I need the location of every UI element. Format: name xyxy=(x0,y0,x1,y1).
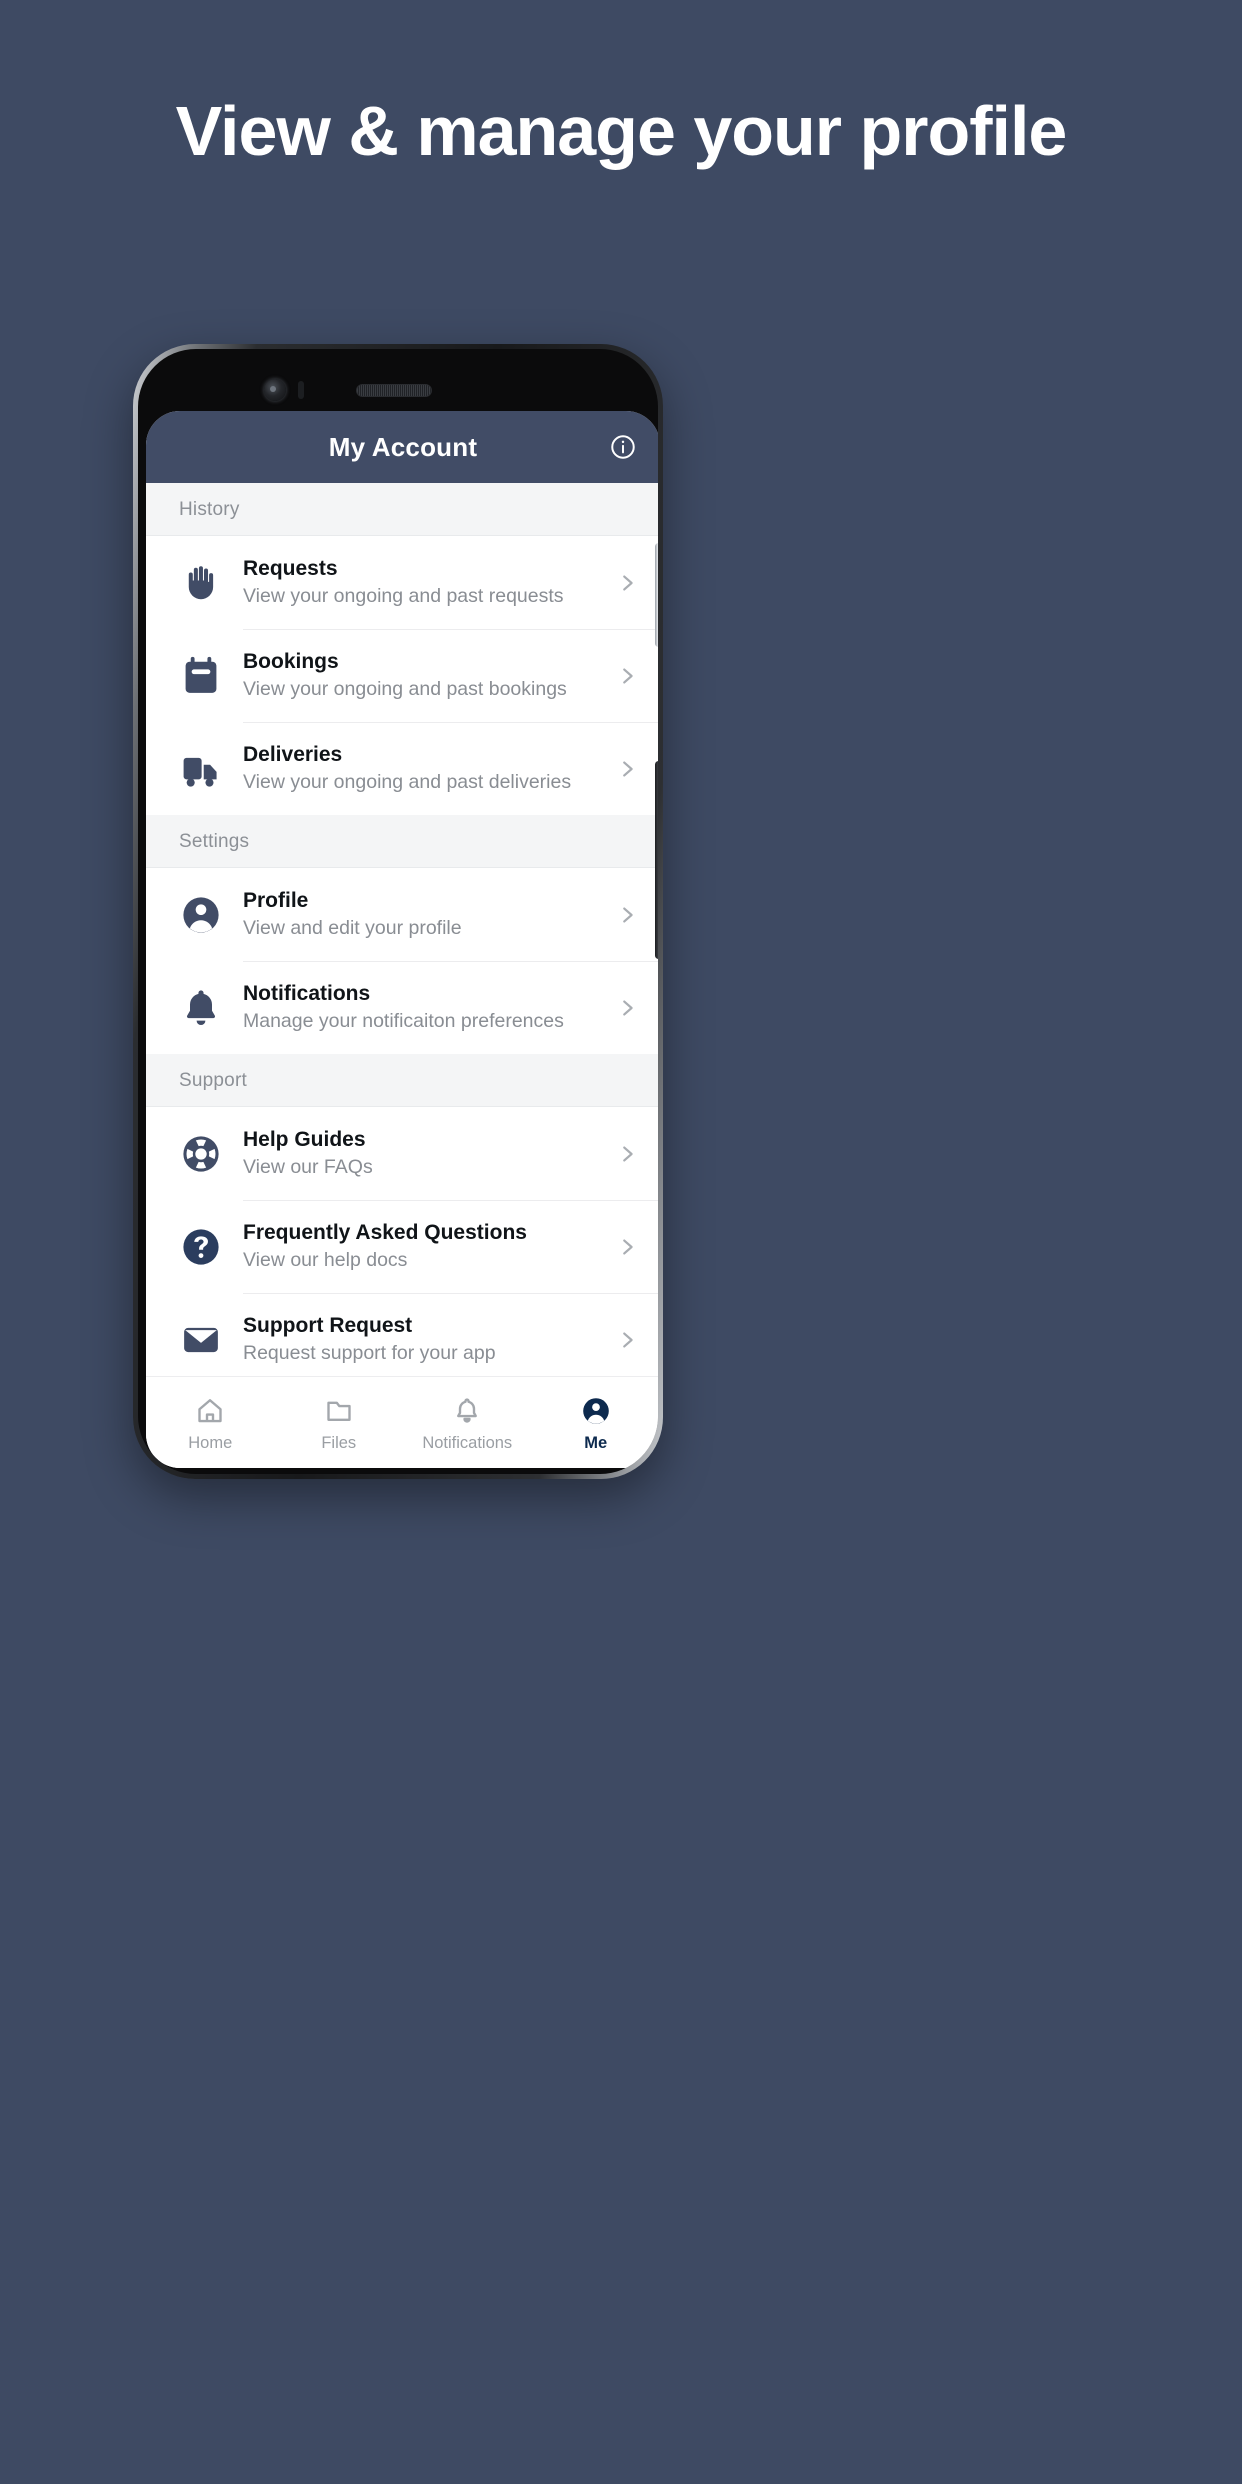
section-header-settings: Settings xyxy=(146,815,658,868)
front-camera-icon xyxy=(264,379,286,401)
menu-item-text: Deliveries View your ongoing and past de… xyxy=(243,742,614,796)
proximity-sensor-icon xyxy=(298,381,304,399)
user-circle-icon xyxy=(580,1393,612,1429)
menu-item-subtitle: View your ongoing and past bookings xyxy=(243,678,567,701)
chevron-right-icon xyxy=(614,997,640,1019)
phone-bezel: My Account History Requests View your on… xyxy=(138,349,658,1474)
life-ring-icon xyxy=(179,1128,231,1180)
envelope-icon xyxy=(179,1314,231,1366)
earpiece-speaker-icon xyxy=(356,384,432,397)
menu-item-subtitle: Manage your notificaiton preferences xyxy=(243,1010,564,1033)
menu-item-text: Frequently Asked Questions View our help… xyxy=(243,1220,614,1274)
menu-item-subtitle: View your ongoing and past requests xyxy=(243,585,564,608)
chevron-right-icon xyxy=(614,1143,640,1165)
menu-item-text: Support Request Request support for your… xyxy=(243,1313,614,1367)
chevron-right-icon xyxy=(614,1329,640,1351)
bell-icon xyxy=(452,1393,482,1429)
menu-item-title: Notifications xyxy=(243,981,371,1005)
tab-files[interactable]: Files xyxy=(275,1393,404,1452)
home-icon xyxy=(195,1393,225,1429)
user-circle-icon xyxy=(179,889,231,941)
bell-icon xyxy=(179,982,231,1034)
menu-item-bookings[interactable]: Bookings View your ongoing and past book… xyxy=(146,629,658,722)
menu-item-text: Help Guides View our FAQs xyxy=(243,1127,614,1181)
chevron-right-icon xyxy=(614,665,640,687)
chevron-right-icon xyxy=(614,1236,640,1258)
folder-icon xyxy=(324,1393,354,1429)
chevron-right-icon xyxy=(614,904,640,926)
menu-item-notifications[interactable]: Notifications Manage your notificaiton p… xyxy=(146,961,658,1054)
app-header: My Account xyxy=(146,411,658,483)
menu-item-support-request[interactable]: Support Request Request support for your… xyxy=(146,1293,658,1376)
menu-item-subtitle: View our help docs xyxy=(243,1249,408,1272)
menu-item-title: Bookings xyxy=(243,649,339,673)
chevron-right-icon xyxy=(614,572,640,594)
bottom-tab-bar: Home Files Notifications Me xyxy=(146,1376,658,1468)
menu-item-text: Notifications Manage your notificaiton p… xyxy=(243,981,614,1035)
tab-label: Me xyxy=(584,1434,608,1453)
menu-item-profile[interactable]: Profile View and edit your profile xyxy=(146,868,658,961)
menu-item-title: Deliveries xyxy=(243,742,343,766)
menu-item-title: Requests xyxy=(243,556,338,580)
section-header-support: Support xyxy=(146,1054,658,1107)
tab-label: Files xyxy=(321,1434,357,1453)
menu-item-subtitle: View your ongoing and past deliveries xyxy=(243,771,572,794)
menu-item-subtitle: View our FAQs xyxy=(243,1156,373,1179)
promo-headline: View & manage your profile xyxy=(175,92,1068,170)
phone-device-frame: My Account History Requests View your on… xyxy=(133,344,663,1479)
menu-item-title: Support Request xyxy=(243,1313,413,1337)
chevron-right-icon xyxy=(614,758,640,780)
menu-item-text: Bookings View your ongoing and past book… xyxy=(243,649,614,703)
section-header-history: History xyxy=(146,483,658,536)
account-menu-list[interactable]: History Requests View your ongoing and p… xyxy=(146,483,658,1376)
question-circle-icon xyxy=(179,1221,231,1273)
menu-item-title: Frequently Asked Questions xyxy=(243,1220,527,1244)
menu-item-help-guides[interactable]: Help Guides View our FAQs xyxy=(146,1107,658,1200)
tab-notifications[interactable]: Notifications xyxy=(403,1393,532,1452)
menu-item-subtitle: View and edit your profile xyxy=(243,917,462,940)
tab-home[interactable]: Home xyxy=(146,1393,275,1452)
volume-button[interactable] xyxy=(655,761,658,959)
menu-item-deliveries[interactable]: Deliveries View your ongoing and past de… xyxy=(146,722,658,815)
tab-me[interactable]: Me xyxy=(532,1393,659,1452)
menu-item-text: Requests View your ongoing and past requ… xyxy=(243,556,614,610)
menu-item-requests[interactable]: Requests View your ongoing and past requ… xyxy=(146,536,658,629)
hand-raised-icon xyxy=(179,557,231,609)
truck-icon xyxy=(179,743,231,795)
menu-item-title: Help Guides xyxy=(243,1127,366,1151)
menu-item-title: Profile xyxy=(243,888,309,912)
menu-item-subtitle: Request support for your app xyxy=(243,1342,496,1365)
power-button[interactable] xyxy=(655,543,658,647)
info-circle-icon[interactable] xyxy=(608,432,638,462)
tab-label: Home xyxy=(188,1434,233,1453)
tab-label: Notifications xyxy=(422,1434,513,1453)
menu-item-faq[interactable]: Frequently Asked Questions View our help… xyxy=(146,1200,658,1293)
page-title: My Account xyxy=(328,431,478,462)
phone-screen: My Account History Requests View your on… xyxy=(146,411,658,1468)
calendar-icon xyxy=(179,650,231,702)
menu-item-text: Profile View and edit your profile xyxy=(243,888,614,942)
